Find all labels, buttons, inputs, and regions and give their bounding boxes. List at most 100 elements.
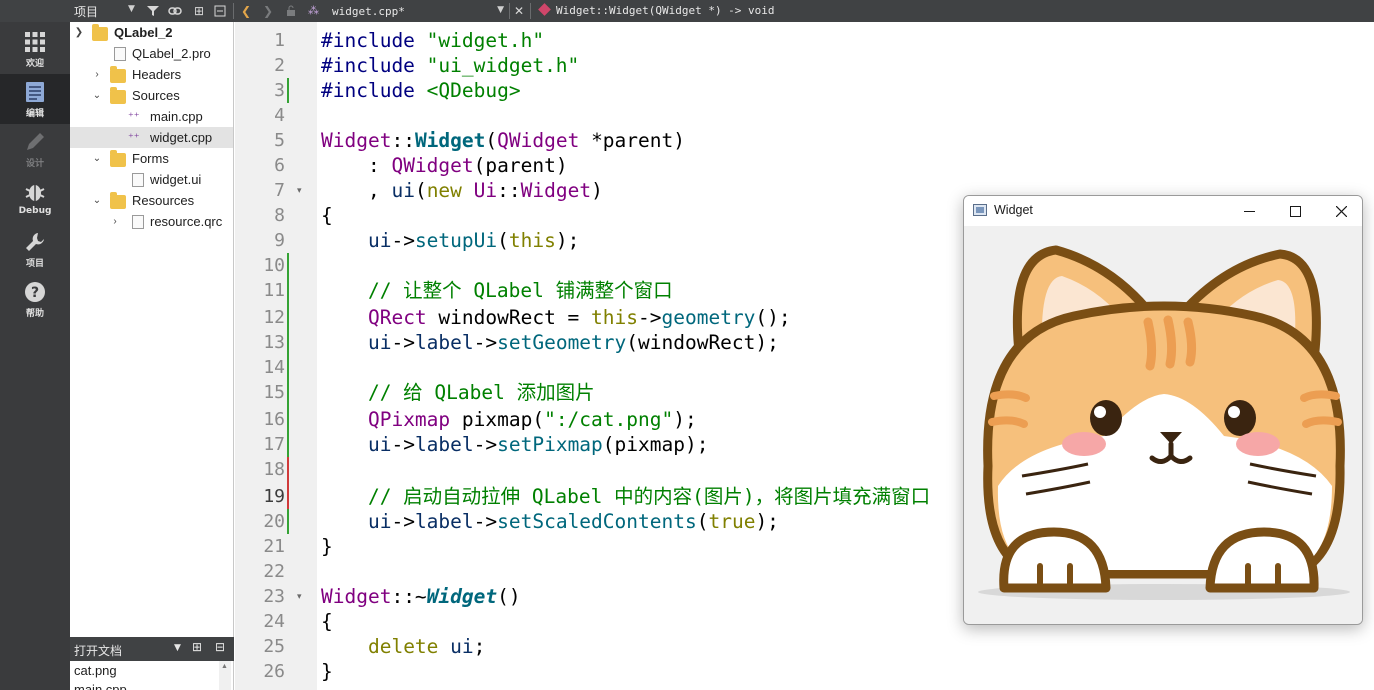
current-symbol[interactable]: Widget::Widget(QWidget *) -> void [556, 4, 775, 17]
line-number: 5 [274, 130, 285, 151]
pencil-icon [27, 133, 44, 150]
split-icon[interactable]: ⊞ [189, 1, 209, 21]
scrollbar[interactable] [219, 661, 231, 690]
code-line[interactable]: QPixmap pixmap(":/cat.png"); [321, 407, 697, 432]
tree-item-qrc[interactable]: › resource.qrc [70, 211, 233, 232]
mode-welcome[interactable]: 欢迎 [0, 24, 70, 74]
open-file-selector[interactable]: ⁂ widget.cpp* ▼ [302, 1, 508, 21]
chevron-down-icon[interactable]: ▼ [128, 4, 135, 14]
code-line[interactable]: , ui(new Ui::Widget) [321, 178, 603, 203]
app-window-icon [973, 204, 987, 216]
split-icon[interactable]: ⊞ [192, 640, 202, 654]
line-number: 23 [263, 586, 285, 607]
line-number: 12 [263, 307, 285, 328]
code-line[interactable]: Widget::Widget(QWidget *parent) [321, 128, 685, 153]
code-line[interactable]: // 启动自动拉伸 QLabel 中的内容(图片)，将图片填充满窗口 [321, 484, 930, 509]
code-line[interactable]: ui->label->setPixmap(pixmap); [321, 432, 709, 457]
chevron-down-icon[interactable]: ⌄ [92, 153, 102, 164]
tree-item-main-cpp[interactable]: ⁺⁺ main.cpp [70, 106, 233, 127]
code-line[interactable]: { [321, 609, 333, 634]
code-line[interactable]: : QWidget(parent) [321, 153, 568, 178]
tree-item-widget-cpp[interactable]: ⁺⁺ widget.cpp [70, 127, 233, 148]
cat-image [978, 245, 1350, 600]
code-line[interactable]: #include "widget.h" [321, 28, 544, 53]
code-line[interactable]: // 给 QLabel 添加图片 [321, 380, 595, 405]
mode-edit[interactable]: 编辑 [0, 74, 70, 124]
tree-item-label: resource.qrc [150, 214, 223, 229]
code-line[interactable]: Widget::~Widget() [321, 584, 521, 609]
close-document-icon[interactable]: ✕ [509, 1, 529, 21]
chevron-down-icon[interactable]: ⌄ [92, 195, 102, 206]
tree-item-project[interactable]: ❯ QLabel_2 [70, 22, 233, 43]
line-number: 15 [263, 382, 285, 403]
chevron-down-icon[interactable]: ▼ [174, 643, 181, 653]
tree-item-headers[interactable]: › Headers [70, 64, 233, 85]
mode-label: 欢迎 [25, 59, 44, 69]
window-titlebar[interactable]: Widget [964, 196, 1362, 226]
close-pane-icon[interactable] [210, 1, 230, 21]
mode-label: 帮助 [25, 309, 44, 319]
line-number: 7 [274, 180, 285, 201]
code-line[interactable]: } [321, 534, 333, 559]
code-line[interactable]: } [321, 659, 333, 684]
code-line[interactable]: #include "ui_widget.h" [321, 53, 579, 78]
line-number: 3 [274, 80, 285, 101]
line-number: 6 [274, 155, 285, 176]
qrc-file-icon [132, 215, 144, 229]
change-marker [287, 78, 289, 103]
close-pane-icon[interactable]: ⊟ [215, 640, 225, 654]
maximize-button[interactable] [1272, 196, 1318, 226]
tree-item-widget-ui[interactable]: widget.ui [70, 169, 233, 190]
open-documents-header: 打开文档 ▼ ⊞ ⊟ [70, 637, 234, 661]
tree-item-label: widget.cpp [150, 130, 213, 145]
line-number-gutter: 1 2 3 4 5 6 7 ▾ 8 9 10 11 12 13 14 15 16 17 18 19 20 21 22 23 ▾ 2… [235, 22, 317, 690]
mode-help[interactable]: ? 帮助 [0, 274, 70, 324]
project-view-selector[interactable]: 项目 [74, 3, 98, 20]
fold-marker-icon[interactable]: ▾ [297, 592, 302, 602]
fold-marker-icon[interactable]: ▾ [297, 186, 302, 196]
mode-label: 项目 [25, 259, 44, 269]
chevron-right-icon[interactable]: › [110, 216, 120, 227]
filter-icon[interactable] [143, 1, 163, 21]
maximize-icon [1289, 205, 1301, 217]
bug-icon [25, 185, 45, 201]
lock-icon [281, 1, 301, 21]
back-arrow-icon[interactable]: ❮ [236, 1, 256, 21]
chevron-down-icon[interactable]: ▼ [497, 5, 504, 15]
mode-debug[interactable]: Debug [0, 174, 70, 224]
wrench-icon [26, 233, 44, 251]
open-documents-title[interactable]: 打开文档 [74, 642, 122, 659]
code-line[interactable]: { [321, 203, 333, 228]
tree-item-pro-file[interactable]: QLabel_2.pro [70, 43, 233, 64]
tree-item-forms[interactable]: ⌄ Forms [70, 148, 233, 169]
code-line[interactable]: ui->setupUi(this); [321, 228, 579, 253]
forward-arrow-icon[interactable]: ❯ [258, 1, 278, 21]
minimize-button[interactable] [1226, 196, 1272, 226]
label-content [964, 226, 1362, 624]
mode-design[interactable]: 设计 [0, 124, 70, 174]
cpp-file-icon: ⁺⁺ [128, 132, 140, 144]
chevron-down-icon[interactable]: ⌄ [92, 90, 102, 101]
minimize-icon [1243, 210, 1255, 212]
open-document-item[interactable]: main.cpp [74, 682, 127, 690]
line-number: 9 [274, 230, 285, 251]
mode-projects[interactable]: 项目 [0, 224, 70, 274]
tree-item-label: Forms [132, 151, 169, 166]
code-line[interactable]: ui->label->setGeometry(windowRect); [321, 330, 779, 355]
code-line[interactable]: #include <QDebug> [321, 78, 521, 103]
code-line[interactable]: // 让整个 QLabel 铺满整个窗口 [321, 278, 673, 303]
chevron-right-icon[interactable]: › [92, 69, 102, 80]
current-file-name: widget.cpp* [332, 5, 405, 18]
chevron-down-icon[interactable]: ❯ [74, 27, 84, 38]
close-button[interactable] [1318, 196, 1362, 226]
code-line[interactable]: QRect windowRect = this->geometry(); [321, 305, 791, 330]
open-documents-list: cat.png main.cpp [70, 661, 234, 690]
widget-window: Widget [963, 195, 1363, 625]
code-line[interactable]: delete ui; [321, 634, 485, 659]
code-line[interactable]: ui->label->setScaledContents(true); [321, 509, 779, 534]
tree-item-sources[interactable]: ⌄ Sources [70, 85, 233, 106]
link-icon[interactable] [165, 1, 185, 21]
tree-item-resources[interactable]: ⌄ Resources [70, 190, 233, 211]
project-folder-icon [92, 24, 108, 41]
open-document-item[interactable]: cat.png [74, 663, 117, 678]
